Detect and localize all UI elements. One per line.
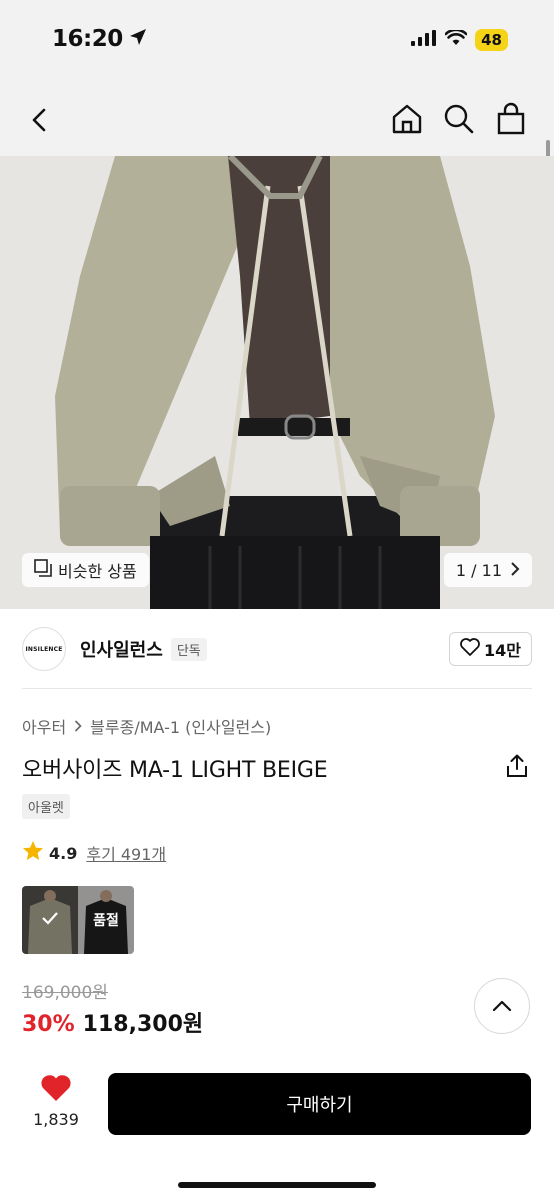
- discount-rate: 30%: [22, 1012, 75, 1037]
- brand-like-count: 14만: [484, 641, 521, 660]
- scroll-to-top-button[interactable]: [474, 978, 530, 1034]
- color-options: 품절: [22, 886, 134, 954]
- price-row: 30% 118,300원: [22, 1006, 203, 1038]
- share-icon[interactable]: [506, 754, 528, 778]
- breadcrumb-subcategory[interactable]: 블루종/MA-1 (인사일런스): [90, 714, 271, 738]
- status-time: 16:20: [52, 26, 147, 52]
- color-option-black[interactable]: 품절: [78, 886, 134, 954]
- shopping-bag-icon[interactable]: [494, 102, 528, 136]
- original-price: 169,000원: [22, 983, 108, 1003]
- rating-value: 4.9: [49, 843, 78, 863]
- bottom-action-bar: 1,839 구매하기: [0, 1062, 554, 1200]
- buy-button[interactable]: 구매하기: [108, 1073, 531, 1135]
- brand-like-button[interactable]: 14만: [449, 632, 532, 666]
- signal-icon: [411, 30, 437, 50]
- exclusive-badge: 단독: [170, 637, 207, 661]
- sale-price: 118,300원: [82, 1012, 204, 1037]
- chevron-up-icon: [492, 997, 512, 1016]
- option-soldout-overlay: 품절: [78, 886, 134, 954]
- status-indicators: 48: [411, 28, 508, 51]
- clock-text: 16:20: [52, 26, 123, 52]
- product-title: 오버사이즈 MA-1 LIGHT BEIGE: [22, 758, 328, 783]
- chevron-right-icon: [510, 561, 520, 580]
- product-photo: [0, 156, 554, 609]
- brand-logo[interactable]: INSILENCE: [22, 627, 66, 671]
- brand-name[interactable]: 인사일런스: [80, 636, 163, 662]
- search-icon[interactable]: [442, 102, 476, 136]
- chevron-right-icon: [74, 717, 82, 736]
- checkmark-icon: [41, 911, 59, 929]
- home-indicator: [178, 1182, 376, 1188]
- divider: [22, 688, 532, 689]
- like-count: 1,839: [33, 1110, 79, 1129]
- image-counter-label: 1 / 11: [455, 560, 502, 580]
- top-nav: [0, 84, 554, 156]
- brand-row: INSILENCE 인사일런스 단독 14만: [22, 626, 532, 672]
- breadcrumb-category[interactable]: 아우터: [22, 714, 66, 738]
- rating-row: 4.9 후기 491개: [22, 840, 166, 866]
- heart-outline-icon: [460, 638, 480, 660]
- review-count-link[interactable]: 후기 491개: [86, 841, 166, 865]
- brand-logo-text: INSILENCE: [25, 645, 63, 653]
- location-arrow-icon: [129, 26, 147, 52]
- product-image-carousel[interactable]: 비슷한 상품 1 / 11: [0, 156, 554, 609]
- soldout-label: 품절: [93, 913, 119, 929]
- like-product-button[interactable]: 1,839: [24, 1074, 88, 1129]
- status-bar: 16:20 48: [0, 0, 554, 84]
- heart-filled-icon: [40, 1074, 72, 1106]
- battery-indicator: 48: [475, 29, 508, 51]
- outlet-badge: 아울렛: [22, 794, 70, 819]
- option-selected-overlay: [22, 886, 78, 954]
- similar-products-label: 비슷한 상품: [58, 562, 137, 581]
- buy-button-label: 구매하기: [286, 1095, 353, 1116]
- star-icon: [22, 840, 44, 866]
- color-option-beige[interactable]: [22, 886, 78, 954]
- image-counter[interactable]: 1 / 11: [443, 553, 532, 587]
- wifi-icon: [444, 28, 468, 50]
- breadcrumb: 아우터 블루종/MA-1 (인사일런스): [22, 714, 271, 738]
- back-icon[interactable]: [24, 104, 56, 136]
- copy-icon: [34, 559, 52, 581]
- home-icon[interactable]: [390, 102, 424, 136]
- similar-products-button[interactable]: 비슷한 상품: [22, 553, 149, 587]
